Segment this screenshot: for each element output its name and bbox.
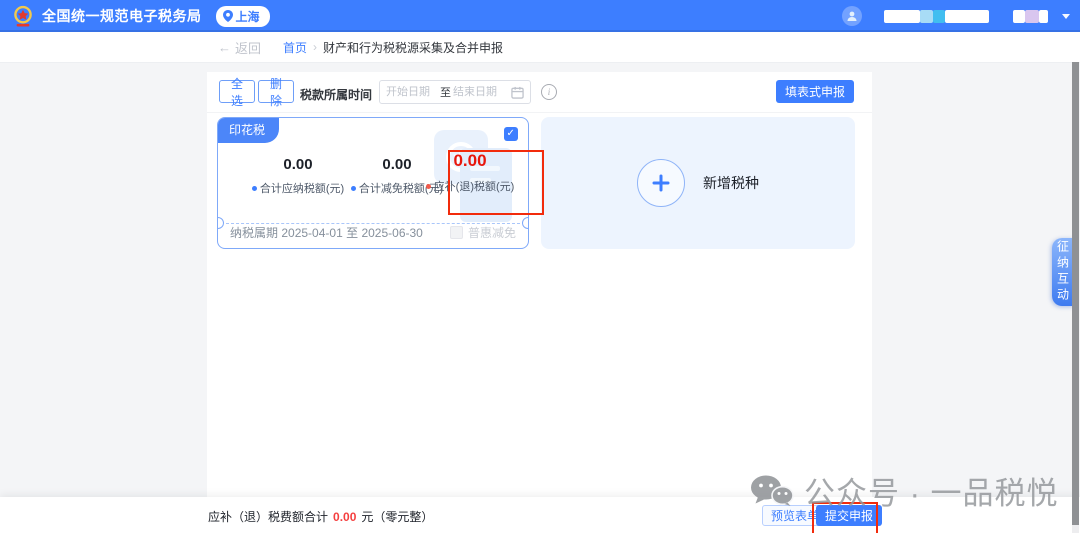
tax-bureau-emblem-icon <box>12 5 34 28</box>
breadcrumb-bar: ← 返回 首页 › 财产和行为税税源采集及合并申报 <box>0 32 1080 63</box>
stat-tax-due-refund: 0.00 应补(退)税额(元) <box>414 151 526 194</box>
benefit-label: 普惠减免 <box>468 224 516 241</box>
select-all-button[interactable]: 全选 <box>219 80 255 103</box>
delete-button[interactable]: 删除 <box>258 80 294 103</box>
person-icon <box>846 10 858 22</box>
top-header: 全国统一规范电子税务局 上海 <box>0 0 1080 32</box>
info-icon[interactable] <box>541 84 557 100</box>
tax-period-date-range[interactable]: 至 <box>379 80 531 104</box>
bullet-dot-icon <box>252 186 257 191</box>
total-summary: 应补（退）税费额合计 0.00 元（零元整） <box>208 508 433 525</box>
back-label: 返回 <box>235 38 261 57</box>
breadcrumb-current-page: 财产和行为税税源采集及合并申报 <box>323 39 503 56</box>
tax-type-tag: 印花税 <box>217 117 279 143</box>
stat-value: 0.00 <box>414 151 526 171</box>
total-value: 0.00 <box>333 510 356 524</box>
ticket-notch <box>522 217 529 229</box>
tax-period-text: 纳税属期 2025-04-01 至 2025-06-30 <box>230 224 423 241</box>
tax-card-checkbox-checked[interactable] <box>504 127 518 141</box>
add-tax-type-label: 新增税种 <box>703 173 759 193</box>
scrollbar-thumb[interactable] <box>1072 62 1079 525</box>
stat-value: 0.00 <box>240 156 356 173</box>
footer-action-bar: 应补（退）税费额合计 0.00 元（零元整） 预览表单 提交申报 <box>0 497 1080 533</box>
calendar-icon[interactable] <box>511 86 524 99</box>
total-label: 应补（退）税费额合计 <box>208 508 328 525</box>
breadcrumb-separator: › <box>313 40 317 54</box>
stat-label: 合计应纳税额(元) <box>260 180 344 196</box>
tax-card-footer: 纳税属期 2025-04-01 至 2025-06-30 普惠减免 <box>230 224 516 241</box>
stat-label: 应补(退)税额(元) <box>434 178 515 194</box>
bullet-dot-icon <box>351 186 356 191</box>
user-avatar[interactable] <box>842 6 862 26</box>
app-window: 全国统一规范电子税务局 上海 ← 返回 <box>0 0 1080 533</box>
redacted-org-info <box>1025 10 1039 23</box>
checkbox-unchecked-icon <box>450 226 463 239</box>
redacted-org-info <box>1013 10 1025 23</box>
redacted-user-info <box>920 10 933 23</box>
tax-period-label: 税款所属时间 <box>300 86 372 103</box>
app-title: 全国统一规范电子税务局 <box>42 6 202 26</box>
end-date-input[interactable] <box>453 86 505 98</box>
brand-area: 全国统一规范电子税务局 上海 <box>0 5 270 28</box>
bullet-dot-icon <box>426 184 431 189</box>
add-tax-type-card[interactable]: 新增税种 <box>541 117 855 249</box>
date-range-to-label: 至 <box>440 84 451 100</box>
redacted-user-info <box>945 10 989 23</box>
redacted-user-info <box>884 10 920 23</box>
back-button[interactable]: ← 返回 <box>218 38 261 57</box>
submit-declaration-button[interactable]: 提交申报 <box>816 505 882 526</box>
tax-interaction-side-tab[interactable]: 征纳互动 <box>1052 238 1074 306</box>
filter-toolbar: 全选 删除 税款所属时间 至 填表式申报 <box>207 72 872 113</box>
main-panel: 全选 删除 税款所属时间 至 填表式申报 印花税 <box>207 72 872 497</box>
redacted-org-info <box>1039 10 1048 23</box>
form-declare-button[interactable]: 填表式申报 <box>776 80 854 103</box>
user-area <box>842 0 1070 32</box>
location-selector[interactable]: 上海 <box>216 6 270 27</box>
location-label: 上海 <box>236 8 260 25</box>
scrollbar-track <box>1072 62 1079 533</box>
start-date-input[interactable] <box>386 86 438 98</box>
total-unit: 元（零元整） <box>361 508 433 525</box>
chevron-down-icon[interactable] <box>1062 14 1070 19</box>
benefit-reduction-checkbox[interactable]: 普惠减免 <box>450 224 516 241</box>
back-arrow-icon: ← <box>218 40 231 55</box>
redacted-user-info <box>933 10 945 23</box>
location-pin-icon <box>223 10 233 22</box>
plus-icon <box>637 159 685 207</box>
ticket-notch <box>217 217 224 229</box>
stat-total-payable: 0.00 合计应纳税额(元) <box>240 156 356 196</box>
breadcrumb-home-link[interactable]: 首页 <box>283 39 307 56</box>
tax-card-stamp-tax[interactable]: 印花税 0.00 合计应纳税额(元) 0.00 合计减免税额(元) <box>217 117 529 249</box>
